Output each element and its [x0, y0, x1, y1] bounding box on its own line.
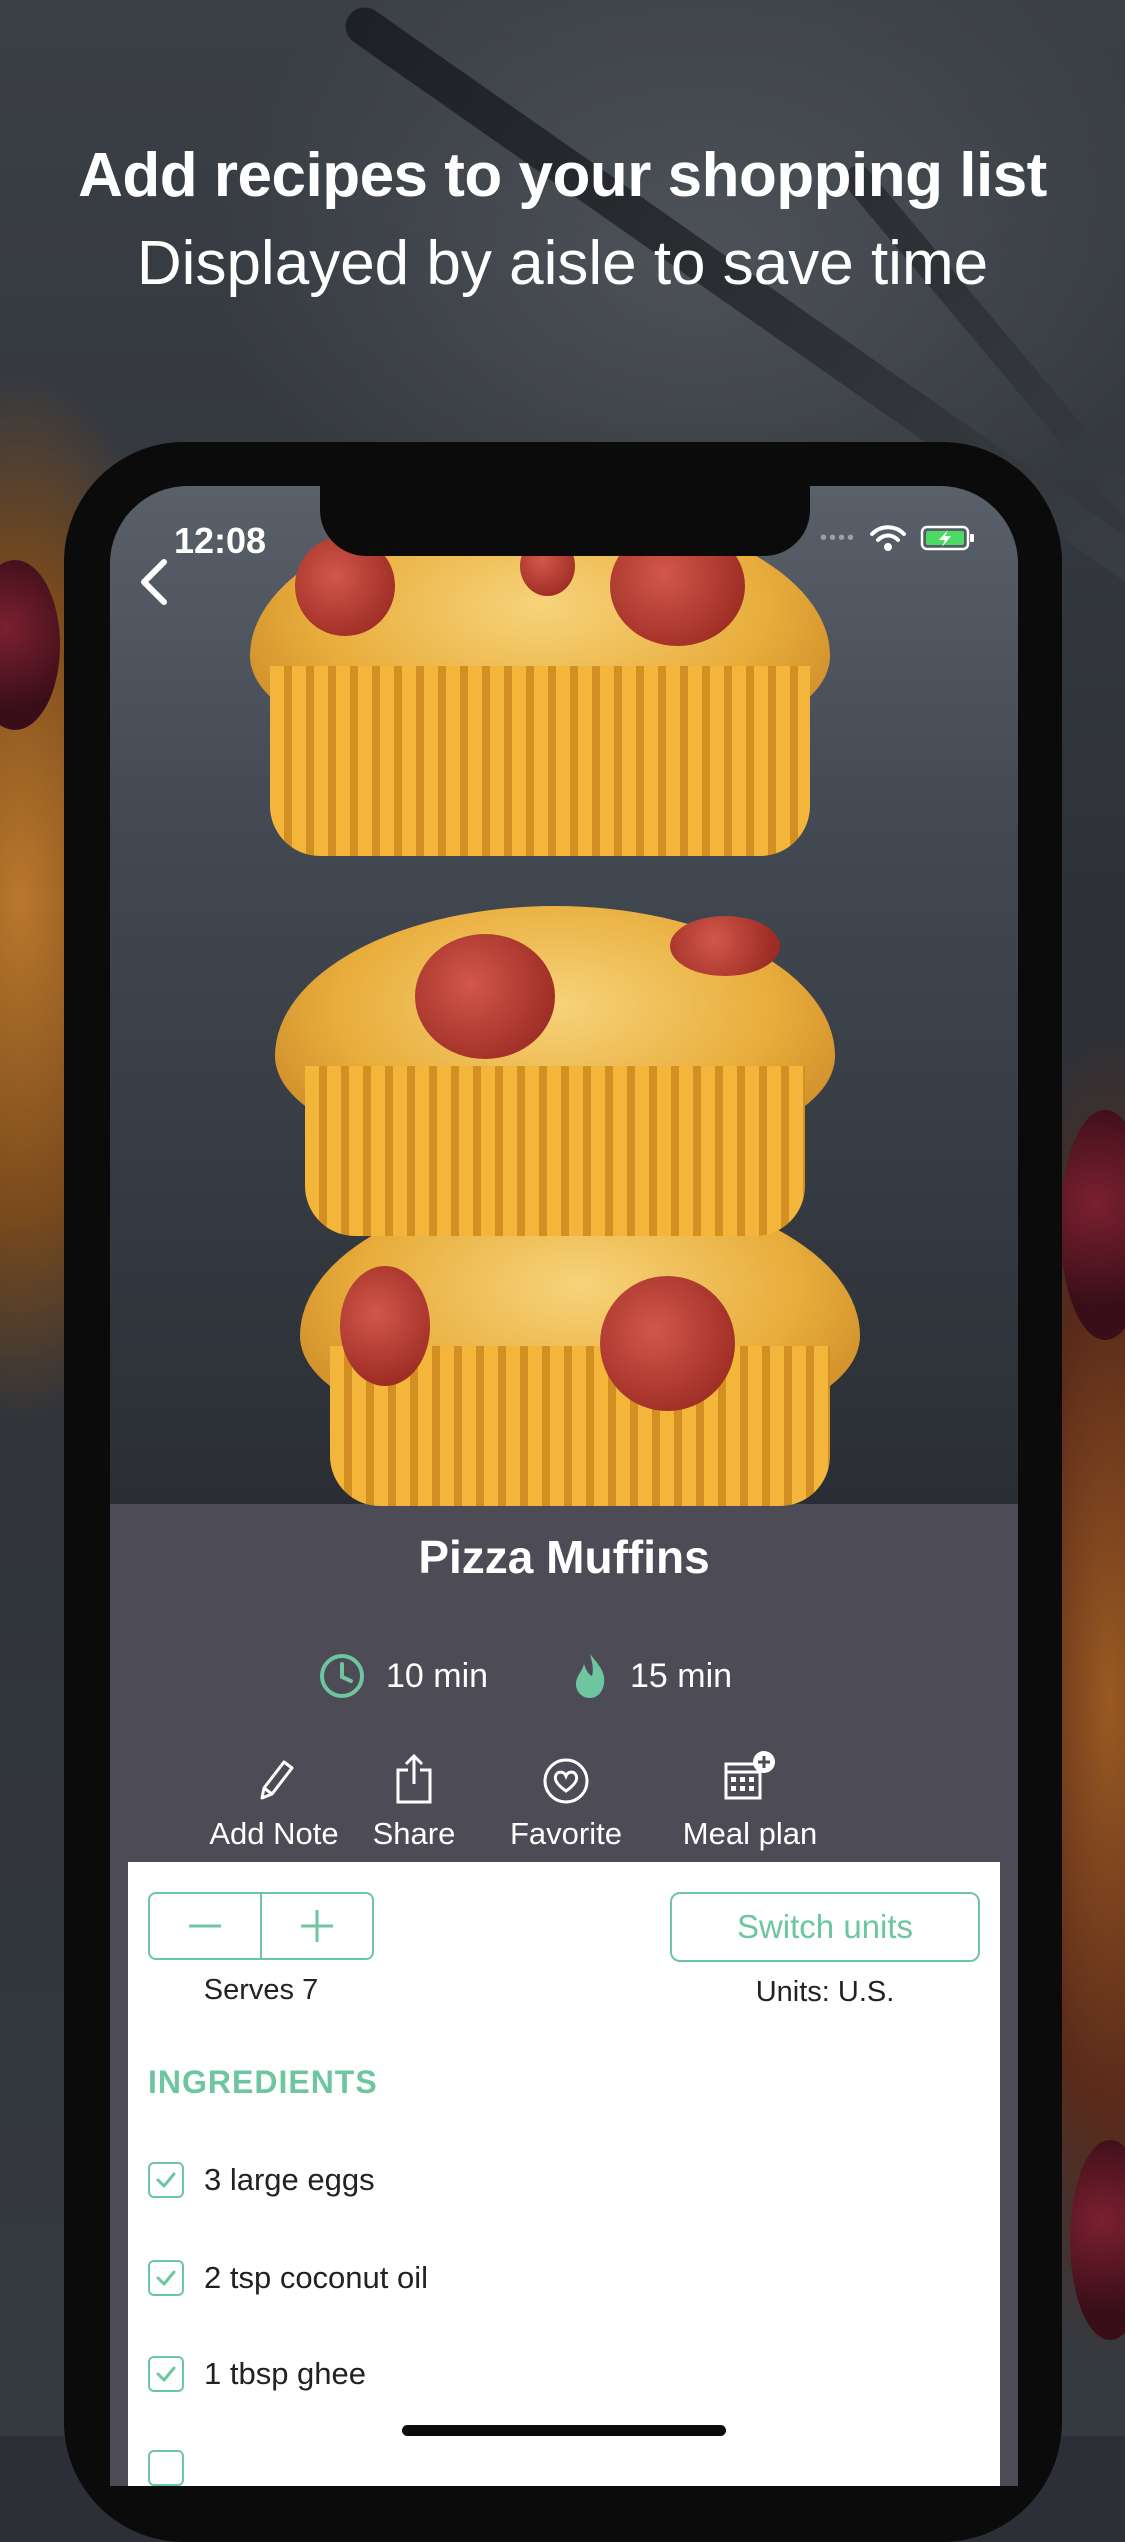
signal-dots-icon: ••••: [820, 526, 857, 549]
share-icon: [396, 1753, 432, 1804]
ingredient-checkbox[interactable]: [148, 2450, 184, 2486]
flame-icon: [576, 1654, 605, 1698]
increment-button[interactable]: [262, 1894, 372, 1958]
units-label: Units: U.S.: [755, 1976, 895, 2008]
ingredient-item: 2 tsp coconut oil: [148, 2260, 428, 2296]
checkmark-icon: [156, 2270, 176, 2286]
promo-subheadline: Displayed by aisle to save time: [136, 229, 989, 298]
ingredient-item: 1 tbsp ghee: [148, 2356, 366, 2392]
pencil-icon: [260, 1760, 294, 1800]
status-time: 12:08: [174, 520, 267, 561]
cook-time: 15 min: [570, 1652, 732, 1700]
recipe-photo: [110, 486, 1018, 1506]
phone-notch: [320, 486, 810, 556]
prep-time: 10 min: [318, 1652, 488, 1700]
ingredient-text: 2 tsp coconut oil: [204, 2260, 429, 2295]
meal-plan-label: Meal plan: [682, 1816, 818, 1851]
recipe-title: Pizza Muffins: [418, 1531, 710, 1583]
clock-icon: [320, 1654, 364, 1698]
pepperoni: [670, 916, 780, 976]
pepperoni: [415, 934, 555, 1059]
muffin-cup: [270, 666, 810, 856]
servings-stepper: [148, 1892, 374, 1960]
ingredient-text: 3 large eggs: [204, 2162, 375, 2197]
favorite-button[interactable]: Favorite: [476, 1748, 656, 1852]
calendar-add-icon: [724, 1751, 775, 1800]
home-indicator: [402, 2425, 726, 2436]
plus-icon: [301, 1910, 333, 1942]
pepperoni: [340, 1266, 430, 1386]
ingredient-item: 3 large eggs: [148, 2162, 375, 2198]
pepperoni: [600, 1276, 735, 1411]
switch-units-button[interactable]: Switch units: [670, 1892, 980, 1962]
ingredients-heading: INGREDIENTS: [148, 2064, 378, 2100]
minus-icon: [189, 1924, 221, 1928]
status-icons: ••••: [820, 524, 976, 552]
servings-label: Serves 7: [203, 1974, 319, 2006]
prep-time-value: 10 min: [386, 1656, 489, 1695]
wifi-icon: [870, 525, 907, 551]
favorite-label: Favorite: [510, 1816, 622, 1851]
ingredients-panel: Serves 7 Switch units Units: U.S. INGRED…: [128, 1862, 1000, 2486]
decrement-button[interactable]: [150, 1894, 260, 1958]
app-screen: Pizza Muffins 10 min 15 min Add Note Sha…: [110, 486, 1018, 2486]
muffin-cup: [305, 1066, 805, 1236]
heart-icon: [543, 1758, 589, 1804]
checkmark-icon: [156, 2172, 176, 2188]
ingredient-checkbox[interactable]: [148, 2356, 184, 2392]
promo-headline: Add recipes to your shopping list: [78, 141, 1047, 210]
ingredient-text: 1 tbsp ghee: [204, 2356, 367, 2391]
ingredient-checkbox[interactable]: [148, 2162, 184, 2198]
ingredient-checkbox[interactable]: [148, 2260, 184, 2296]
battery-charging-icon: [920, 525, 975, 551]
checkmark-icon: [156, 2366, 176, 2382]
cook-time-value: 15 min: [630, 1656, 733, 1695]
meal-plan-button[interactable]: Meal plan: [660, 1748, 840, 1852]
